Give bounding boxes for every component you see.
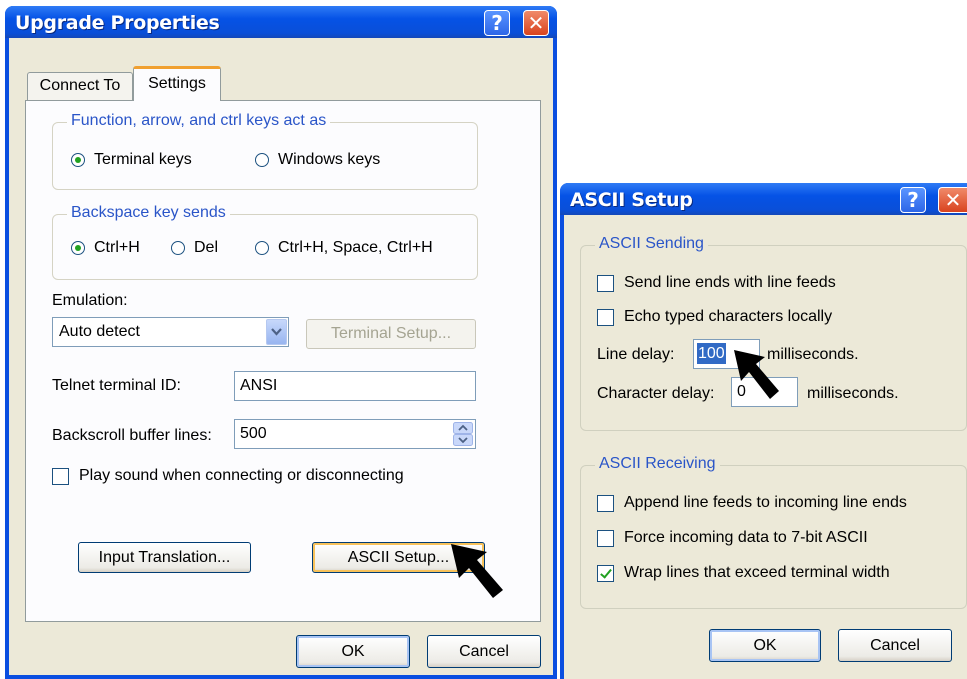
pointer-arrow-icon xyxy=(734,350,779,399)
emulation-value: Auto detect xyxy=(59,323,140,340)
ascii-setup-window: ASCII Setup ? ✕ ASCII Sending Send line … xyxy=(560,183,967,679)
radio-windows-keys[interactable]: Windows keys xyxy=(255,151,380,169)
help-icon: ? xyxy=(491,11,503,35)
radio-windows-keys-dot[interactable] xyxy=(255,153,269,167)
backscroll-input[interactable]: 500 xyxy=(234,419,476,449)
radio-ctrl-h[interactable]: Ctrl+H xyxy=(71,239,140,257)
keys-group-title: Function, arrow, and ctrl keys act as xyxy=(67,112,331,130)
char-delay-label: Character delay: xyxy=(597,385,715,402)
wrap-lines-checkbox[interactable]: Wrap lines that exceed terminal width xyxy=(597,564,890,582)
ascii-close-button[interactable]: ✕ xyxy=(938,187,967,213)
char-delay-unit: milliseconds. xyxy=(807,385,899,402)
wrap-lines-box[interactable] xyxy=(597,564,614,582)
upgrade-ok-button[interactable]: OK xyxy=(296,635,410,668)
ascii-sending-title: ASCII Sending xyxy=(595,235,708,253)
radio-del[interactable]: Del xyxy=(171,239,218,257)
upgrade-title: Upgrade Properties xyxy=(15,12,220,34)
close-icon: ✕ xyxy=(944,188,962,212)
backscroll-label: Backscroll buffer lines: xyxy=(52,427,212,444)
ascii-sending-groupbox: ASCII Sending Send line ends with line f… xyxy=(580,235,967,431)
radio-del-dot[interactable] xyxy=(171,241,185,255)
pointer-arrow-icon xyxy=(451,544,503,598)
telnet-id-label: Telnet terminal ID: xyxy=(52,377,181,394)
radio-ctrl-h-dot[interactable] xyxy=(71,241,85,255)
ascii-client-area: ASCII Sending Send line ends with line f… xyxy=(564,215,967,679)
ascii-cancel-button[interactable]: Cancel xyxy=(838,629,952,662)
play-sound-checkbox[interactable]: Play sound when connecting or disconnect… xyxy=(52,467,404,485)
send-line-ends-box[interactable] xyxy=(597,274,614,292)
help-icon: ? xyxy=(907,188,919,212)
radio-terminal-keys-dot[interactable] xyxy=(71,153,85,167)
ascii-titlebar[interactable]: ASCII Setup ? ✕ xyxy=(560,183,967,215)
help-button[interactable]: ? xyxy=(484,10,510,36)
backspace-groupbox: Backspace key sends Ctrl+H Del Ctrl+H, S… xyxy=(52,204,478,280)
line-delay-label: Line delay: xyxy=(597,346,675,363)
upgrade-cancel-button[interactable]: Cancel xyxy=(427,635,541,668)
tab-connect-to[interactable]: Connect To xyxy=(27,72,133,100)
emulation-dropdown[interactable]: Auto detect xyxy=(52,317,289,347)
input-translation-button[interactable]: Input Translation... xyxy=(78,542,251,573)
ascii-help-button[interactable]: ? xyxy=(900,187,926,213)
ascii-ok-button[interactable]: OK xyxy=(709,629,821,662)
echo-typed-checkbox[interactable]: Echo typed characters locally xyxy=(597,308,832,326)
append-lf-checkbox[interactable]: Append line feeds to incoming line ends xyxy=(597,494,907,512)
tab-settings[interactable]: Settings xyxy=(133,66,221,101)
radio-terminal-keys[interactable]: Terminal keys xyxy=(71,151,192,169)
terminal-setup-button[interactable]: Terminal Setup... xyxy=(306,319,476,349)
close-button[interactable]: ✕ xyxy=(523,10,549,36)
telnet-id-input[interactable]: ANSI xyxy=(234,371,476,401)
force-7bit-checkbox[interactable]: Force incoming data to 7-bit ASCII xyxy=(597,529,868,547)
keys-groupbox: Function, arrow, and ctrl keys act as Te… xyxy=(52,112,478,190)
ascii-receiving-groupbox: ASCII Receiving Append line feeds to inc… xyxy=(580,455,967,609)
echo-typed-box[interactable] xyxy=(597,308,614,326)
line-delay-value: 100 xyxy=(697,343,726,364)
chevron-down-icon xyxy=(271,328,282,336)
ascii-title: ASCII Setup xyxy=(570,189,693,211)
upgrade-titlebar[interactable]: Upgrade Properties ? ✕ xyxy=(5,6,557,38)
append-lf-box[interactable] xyxy=(597,494,614,512)
backspace-group-title: Backspace key sends xyxy=(67,204,230,222)
close-icon: ✕ xyxy=(527,11,545,35)
play-sound-box[interactable] xyxy=(52,467,69,485)
ascii-receiving-title: ASCII Receiving xyxy=(595,455,720,473)
emulation-dropdown-button[interactable] xyxy=(266,319,287,345)
emulation-label: Emulation: xyxy=(52,292,128,309)
spin-up-down-icon[interactable] xyxy=(453,422,473,446)
send-line-ends-checkbox[interactable]: Send line ends with line feeds xyxy=(597,274,836,292)
force-7bit-box[interactable] xyxy=(597,529,614,547)
backscroll-spinner[interactable] xyxy=(453,422,473,446)
radio-ctrl-h-space[interactable]: Ctrl+H, Space, Ctrl+H xyxy=(255,239,433,257)
radio-ctrl-h-space-dot[interactable] xyxy=(255,241,269,255)
